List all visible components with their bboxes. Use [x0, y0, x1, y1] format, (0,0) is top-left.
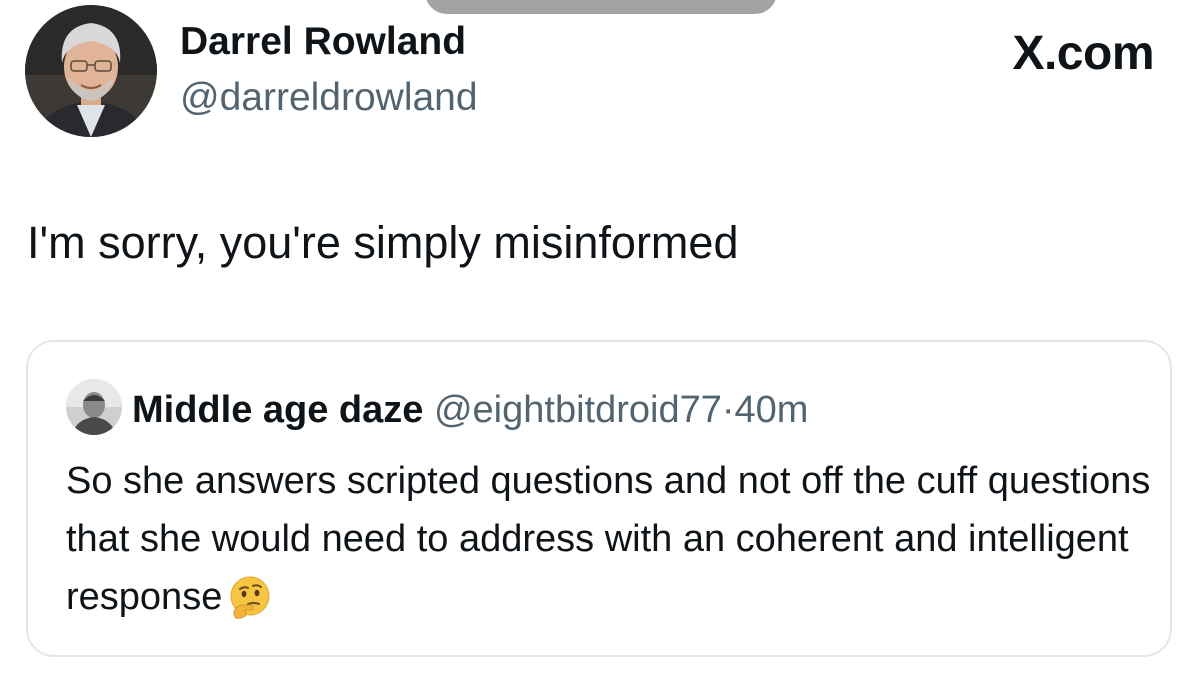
quoted-tweet-timestamp[interactable]: 40m — [735, 389, 809, 431]
quoted-tweet-header: Middle age daze @eightbitdroid77·40m — [132, 386, 808, 434]
header-separator: · — [721, 389, 735, 431]
quoted-author-handle[interactable]: @eightbitdroid77 — [434, 389, 722, 431]
quoted-tweet-card[interactable]: Middle age daze @eightbitdroid77·40m So … — [26, 340, 1172, 657]
brand-watermark: X.com — [1012, 27, 1154, 80]
top-overlay-pill — [425, 0, 777, 14]
quoted-tweet-text-block: So she answers scripted questions and no… — [66, 452, 1156, 636]
author-avatar[interactable] — [25, 5, 157, 137]
tweet-text: I'm sorry, you're simply misinformed — [27, 217, 739, 268]
quoted-author-name[interactable]: Middle age daze — [132, 389, 423, 431]
thinking-face-icon — [228, 575, 272, 636]
quoted-author-avatar[interactable] — [66, 379, 122, 435]
author-name[interactable]: Darrel Rowland — [180, 20, 466, 64]
author-handle[interactable]: @darreldrowland — [180, 76, 478, 120]
